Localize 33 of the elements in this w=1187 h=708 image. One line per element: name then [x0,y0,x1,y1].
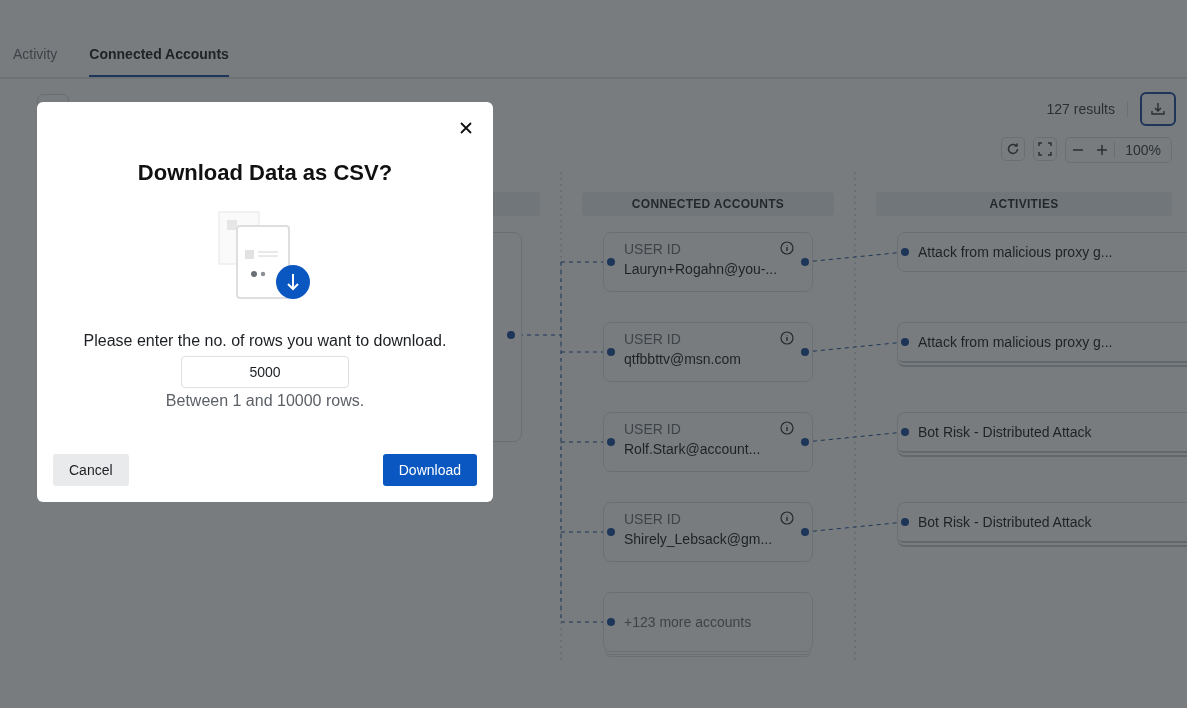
field-label: USER ID [624,511,681,527]
field-label: USER ID [624,421,681,437]
column-header: CONNECTED ACCOUNTS [582,192,834,216]
rows-hint: Between 1 and 10000 rows. [165,392,365,410]
user-id: Lauryn+Rogahn@you-... [624,261,779,277]
zoom-level: 100% [1114,142,1171,158]
dialog-title: Download Data as CSV? [137,160,393,186]
account-card[interactable]: USER ID qtfbbttv@msn.com [603,322,813,382]
account-card[interactable]: USER ID Rolf.Stark@account... [603,412,813,472]
user-id: Rolf.Stark@account... [624,441,762,457]
activity-text: Bot Risk - Distributed Attack [918,514,1092,530]
activity-card[interactable]: Attack from malicious proxy g... [897,232,1187,272]
column-header: ACTIVITIES [876,192,1172,216]
more-accounts: +123 more accounts [624,614,752,630]
activity-text: Attack from malicious proxy g... [918,244,1113,260]
activity-card[interactable]: Attack from malicious proxy g... [897,322,1187,367]
tab[interactable]: Activity [13,46,58,77]
dialog-prompt: Please enter the no. of rows you want to download. [83,332,447,350]
activity-card[interactable]: Bot Risk - Distributed Attack [897,412,1187,457]
activity-text: Attack from malicious proxy g... [918,334,1113,350]
account-card[interactable]: USER ID Shirely_Lebsack@gm... [603,502,813,562]
account-card[interactable]: USER ID Lauryn+Rogahn@you-... [603,232,813,292]
rows-input[interactable]: 5000 [181,356,349,388]
activity-card[interactable]: Bot Risk - Distributed Attack [897,502,1187,547]
user-id: qtfbbttv@msn.com [624,351,742,367]
tab[interactable]: Connected Accounts [89,46,229,77]
field-label: USER ID [624,241,681,257]
activity-text: Bot Risk - Distributed Attack [918,424,1092,440]
field-label: USER ID [624,331,681,347]
user-id: Shirely_Lebsack@gm... [624,531,774,547]
cancel-button[interactable]: Cancel [53,454,129,486]
download-confirm-button[interactable]: Download [382,454,477,486]
results-count: 127 results [1046,101,1128,117]
